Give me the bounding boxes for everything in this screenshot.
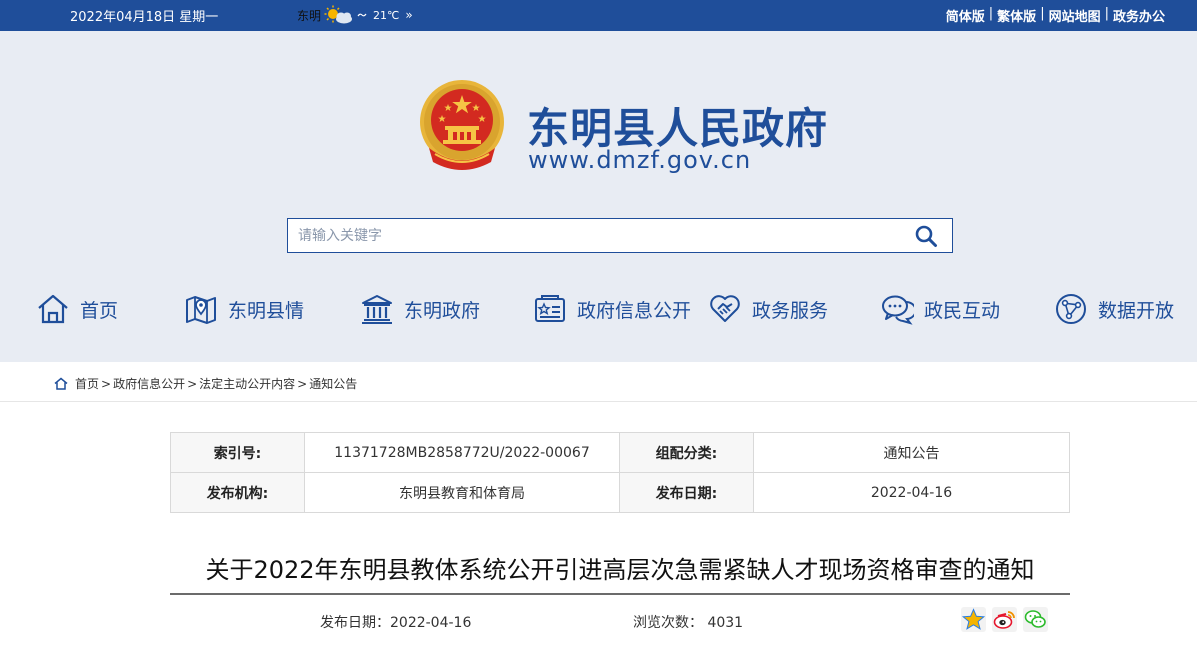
weather-more-link[interactable]: » <box>405 8 412 22</box>
nav-item-label: 政务服务 <box>752 299 829 322</box>
home-icon <box>54 377 68 390</box>
sitemap-link[interactable]: 网站地图 <box>1049 6 1101 25</box>
separator: | <box>988 6 994 21</box>
weibo-share-icon[interactable] <box>992 607 1017 632</box>
publish-date-value: 2022-04-16 <box>753 472 1070 513</box>
breadcrumb-statutory-content[interactable]: 法定主动公开内容 <box>199 375 295 392</box>
article-publish-date: 发布日期：2022-04-16 <box>320 615 472 631</box>
nav-item-label: 数据开放 <box>1098 299 1175 322</box>
nav-item-label: 政府信息公开 <box>577 299 692 322</box>
network-icon <box>1056 294 1086 324</box>
nav-item-government[interactable]: 东明政府 <box>360 289 480 329</box>
search-icon[interactable] <box>914 224 938 248</box>
main-nav: 首页 东明县情 东明政府 政府信息公开 政务服务 政民互动 数据开放 <box>0 289 1197 329</box>
share-buttons <box>961 607 1048 632</box>
category-value: 通知公告 <box>753 432 1070 473</box>
simplified-chinese-link[interactable]: 简体版 <box>946 6 985 25</box>
national-emblem-logo[interactable] <box>417 78 507 174</box>
weather-temperature: 21℃ <box>373 8 400 22</box>
nav-item-label: 东明政府 <box>404 299 481 322</box>
breadcrumb-separator: > <box>187 376 198 391</box>
index-number-label: 索引号: <box>170 432 305 473</box>
nav-item-open-data[interactable]: 数据开放 <box>1054 289 1174 329</box>
search-input[interactable] <box>298 225 898 247</box>
traditional-chinese-link[interactable]: 繁体版 <box>997 6 1036 25</box>
title-divider <box>170 593 1070 595</box>
site-header: 东明县人民政府 www.dmzf.gov.cn 首页 东明县情 <box>0 31 1197 362</box>
nav-item-government-services[interactable]: 政务服务 <box>708 289 828 329</box>
breadcrumb: 首页 > 政府信息公开 > 法定主动公开内容 > 通知公告 <box>0 362 1197 402</box>
nav-item-info-disclosure[interactable]: 政府信息公开 <box>533 289 691 329</box>
breadcrumb-home[interactable]: 首页 <box>75 375 99 392</box>
category-label: 组配分类: <box>619 432 754 473</box>
government-building-icon <box>362 295 392 324</box>
article-view-count: 浏览次数： 4031 <box>633 615 744 631</box>
document-info-table: 索引号: 11371728MB2858772U/2022-00067 组配分类:… <box>170 432 1070 513</box>
publisher-label: 发布机构: <box>170 472 305 513</box>
current-date: 2022年04月18日 星期一 <box>70 10 219 25</box>
nav-item-public-interaction[interactable]: 政民互动 <box>880 289 1000 329</box>
top-bar: 2022年04月18日 星期一 东明 21℃ » 简体版 | 繁体版 | 网站地… <box>0 0 1197 31</box>
breadcrumb-separator: > <box>101 376 112 391</box>
map-icon <box>186 296 216 324</box>
chat-icon <box>882 295 914 325</box>
breadcrumb-separator: > <box>297 376 308 391</box>
separator: | <box>1040 6 1045 21</box>
home-icon <box>38 294 68 324</box>
sun-cloud-icon <box>324 5 353 24</box>
weather-city: 东明 <box>297 8 322 23</box>
publisher-value: 东明县教育和体育局 <box>304 472 620 513</box>
table-row: 发布机构: 东明县教育和体育局 发布日期: 2022-04-16 <box>170 472 1070 513</box>
site-url: www.dmzf.gov.cn <box>528 146 752 174</box>
government-office-link[interactable]: 政务办公 <box>1113 6 1165 25</box>
tilde-icon <box>357 13 367 17</box>
nav-item-county-overview[interactable]: 东明县情 <box>184 289 304 329</box>
breadcrumb-info-disclosure[interactable]: 政府信息公开 <box>113 375 185 392</box>
handshake-icon <box>710 295 740 322</box>
wechat-share-icon[interactable] <box>1023 607 1048 632</box>
index-number-value: 11371728MB2858772U/2022-00067 <box>304 432 620 473</box>
info-card-icon <box>535 295 565 322</box>
top-links: 简体版 | 繁体版 | 网站地图 | 政务办公 <box>946 6 1165 25</box>
nav-item-label: 政民互动 <box>924 299 1001 322</box>
weather-widget[interactable]: 东明 21℃ » <box>297 5 413 25</box>
publish-date-label: 发布日期: <box>619 472 754 513</box>
table-row: 索引号: 11371728MB2858772U/2022-00067 组配分类:… <box>170 432 1070 473</box>
breadcrumb-notices[interactable]: 通知公告 <box>309 375 357 392</box>
qzone-share-icon[interactable] <box>961 607 986 632</box>
search-box <box>287 218 953 253</box>
separator: | <box>1104 6 1109 21</box>
nav-item-label: 东明县情 <box>228 299 305 322</box>
nav-item-label: 首页 <box>80 299 119 322</box>
nav-item-home[interactable]: 首页 <box>36 289 118 329</box>
article-title: 关于2022年东明县教体系统公开引进高层次急需紧缺人才现场资格审查的通知 <box>205 556 1035 584</box>
